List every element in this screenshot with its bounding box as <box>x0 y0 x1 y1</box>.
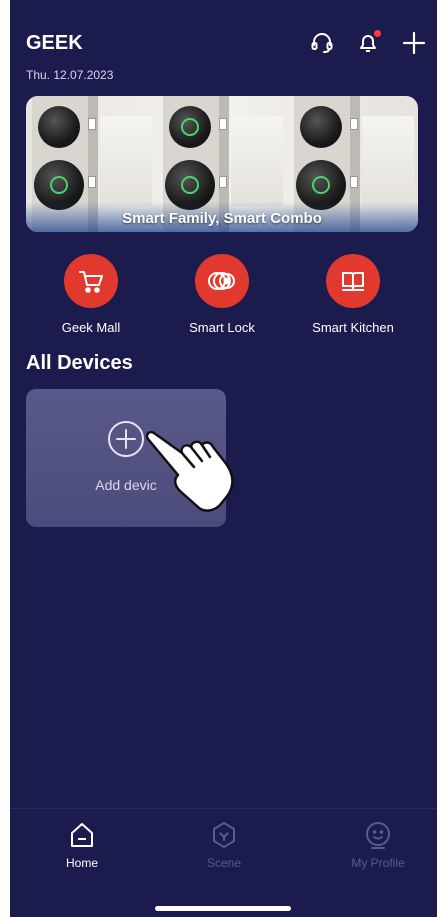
deadbolt-image <box>169 106 211 148</box>
tab-home[interactable]: Home <box>12 820 152 870</box>
pointing-hand-icon <box>145 430 234 512</box>
tab-label: Scene <box>206 856 242 870</box>
promo-banner[interactable]: Smart Family, Smart Combo <box>26 96 418 232</box>
add-device-button[interactable]: Add devic <box>26 389 234 527</box>
geek-mall-shortcut[interactable]: Geek Mall <box>26 254 156 335</box>
banner-caption: Smart Family, Smart Combo <box>122 210 322 227</box>
home-icon <box>67 820 97 850</box>
tab-my-profile[interactable]: My Profile <box>308 820 437 870</box>
bell-icon[interactable] <box>355 30 381 56</box>
add-circle-icon <box>108 421 144 457</box>
deadbolt-image <box>38 106 80 148</box>
cart-icon <box>64 254 118 308</box>
headset-icon[interactable] <box>309 30 335 56</box>
home-indicator <box>155 906 291 911</box>
current-date: Thu. 12.07.2023 <box>26 68 114 82</box>
profile-icon <box>363 820 393 850</box>
lock-icon <box>195 254 249 308</box>
app-title: GEEK <box>26 32 83 54</box>
shortcut-label: Smart Lock <box>189 320 255 335</box>
notification-dot <box>374 30 381 37</box>
shortcut-label: Smart Kitchen <box>312 320 394 335</box>
tab-scene[interactable]: Scene <box>154 820 294 870</box>
deadbolt-image <box>300 106 342 148</box>
shortcut-row: Geek Mall Smart Lock Smart Kitchen <box>26 254 418 344</box>
smart-lock-shortcut[interactable]: Smart Lock <box>157 254 287 335</box>
shortcut-label: Geek Mall <box>61 320 121 335</box>
smart-kitchen-shortcut[interactable]: Smart Kitchen <box>288 254 418 335</box>
header-actions <box>309 30 427 56</box>
book-icon <box>326 254 380 308</box>
app-screen: GEEK Thu. 12.07.2023 Smart Family, Smart… <box>10 0 437 917</box>
tabbar-divider <box>10 808 437 809</box>
plus-icon[interactable] <box>401 30 427 56</box>
top-bar: GEEK <box>26 30 427 58</box>
scene-icon <box>209 820 239 850</box>
bottom-tab-bar: Home Scene My Profile <box>10 820 437 890</box>
tab-label: Home <box>65 856 98 870</box>
tab-label: My Profile <box>351 856 405 870</box>
section-title: All Devices <box>26 352 133 374</box>
